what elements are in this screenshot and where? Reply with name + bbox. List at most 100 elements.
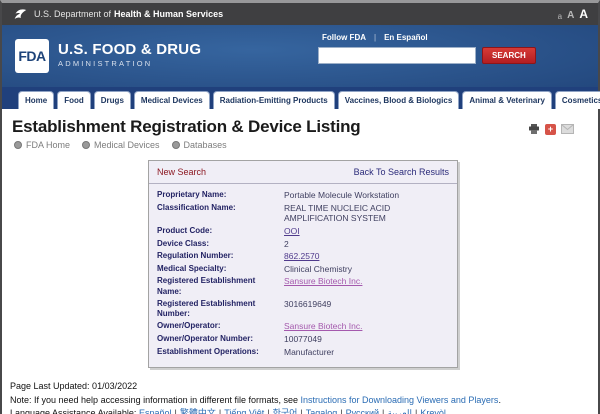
font-size-medium-button[interactable]: A <box>567 10 574 21</box>
email-icon[interactable] <box>561 124 574 134</box>
row-label: Registered Establishment Number: <box>157 299 284 319</box>
registered-establishment-name-link[interactable]: Sansure Biotech Inc. <box>284 276 362 286</box>
row-value: Manufacturer <box>284 347 334 358</box>
table-row: Owner/Operator: Sansure Biotech Inc. <box>157 321 449 332</box>
row-label: Proprietary Name: <box>157 190 284 201</box>
breadcrumb-label: FDA Home <box>26 140 70 150</box>
fda-org-name: U.S. FOOD & DRUG ADMINISTRATION <box>58 41 201 68</box>
language-link[interactable]: العربية <box>387 408 412 414</box>
fda-page: U.S. Department of Health & Human Servic… <box>0 0 600 414</box>
primary-nav-bar: HomeFoodDrugsMedical DevicesRadiation-Em… <box>2 87 598 109</box>
nav-tab[interactable]: Drugs <box>94 91 131 109</box>
table-row: Medical Specialty: Clinical Chemistry <box>157 264 449 275</box>
owner-operator-link[interactable]: Sansure Biotech Inc. <box>284 321 362 331</box>
nav-tab[interactable]: Radiation-Emitting Products <box>213 91 335 109</box>
note-prefix: Note: If you need help accessing informa… <box>10 395 301 405</box>
separator: | <box>267 408 269 414</box>
regulation-number-link[interactable]: 862.2570 <box>284 251 319 261</box>
breadcrumb-item-databases[interactable]: Databases <box>172 140 227 150</box>
search-input[interactable] <box>318 47 476 64</box>
table-row: Regulation Number: 862.2570 <box>157 251 449 262</box>
share-icon[interactable]: + <box>545 124 556 135</box>
header-top-links: Follow FDA | En Español <box>322 33 538 42</box>
separator: | <box>340 408 342 414</box>
main-content: Establishment Registration & Device List… <box>2 109 598 414</box>
language-link[interactable]: Русский <box>346 408 379 414</box>
table-row: Product Code: OOI <box>157 226 449 237</box>
breadcrumb-bullet-icon <box>14 141 22 149</box>
breadcrumb-label: Medical Devices <box>94 140 160 150</box>
row-label: Owner/Operator: <box>157 321 284 332</box>
language-link[interactable]: 한국어 <box>273 408 298 414</box>
table-row: Device Class: 2 <box>157 239 449 250</box>
separator: | <box>382 408 384 414</box>
header-right-cluster: Follow FDA | En Español SEARCH <box>318 33 538 64</box>
viewers-players-link[interactable]: Instructions for Downloading Viewers and… <box>301 395 499 405</box>
en-espanol-link[interactable]: En Español <box>384 33 428 42</box>
panel-body: Proprietary Name: Portable Molecule Work… <box>149 184 457 367</box>
panel-header: New Search Back To Search Results <box>149 161 457 184</box>
org-name-line2: ADMINISTRATION <box>58 59 201 68</box>
last-updated-text: Page Last Updated: 01/03/2022 <box>10 380 590 394</box>
row-value: Clinical Chemistry <box>284 264 352 275</box>
breadcrumb-bullet-icon <box>172 141 180 149</box>
nav-tab[interactable]: Food <box>57 91 91 109</box>
file-formats-note: Note: If you need help accessing informa… <box>10 394 590 408</box>
page-title: Establishment Registration & Device List… <box>12 117 598 137</box>
product-code-link[interactable]: OOI <box>284 226 300 236</box>
table-row: Registered Establishment Number: 3016619… <box>157 299 449 319</box>
separator: | <box>219 408 221 414</box>
fda-logo[interactable]: FDA <box>15 39 49 73</box>
separator: | <box>174 408 176 414</box>
row-label: Device Class: <box>157 239 284 250</box>
breadcrumb-label: Databases <box>184 140 227 150</box>
fda-header: FDA U.S. FOOD & DRUG ADMINISTRATION Foll… <box>2 25 598 87</box>
new-search-link[interactable]: New Search <box>157 167 206 177</box>
separator: | <box>300 408 302 414</box>
device-detail-panel: New Search Back To Search Results Propri… <box>148 160 458 368</box>
row-label: Classification Name: <box>157 203 284 224</box>
language-link[interactable]: Tiếng Việt <box>224 408 264 414</box>
language-assistance-line: Language Assistance Available: Español|繁… <box>10 407 590 414</box>
row-label: Product Code: <box>157 226 284 237</box>
breadcrumb-bullet-icon <box>82 141 90 149</box>
breadcrumb-item-fda-home[interactable]: FDA Home <box>14 140 70 150</box>
font-size-large-button[interactable]: A <box>579 7 588 21</box>
row-value: Portable Molecule Workstation <box>284 190 399 201</box>
row-label: Medical Specialty: <box>157 264 284 275</box>
row-label: Registered Establishment Name: <box>157 276 284 296</box>
language-link[interactable]: Español <box>139 408 172 414</box>
row-label: Owner/Operator Number: <box>157 334 284 345</box>
search-button[interactable]: SEARCH <box>482 47 536 64</box>
back-to-search-results-link[interactable]: Back To Search Results <box>354 167 449 177</box>
table-row: Classification Name: REAL TIME NUCLEIC A… <box>157 203 449 224</box>
follow-fda-link[interactable]: Follow FDA <box>322 33 366 42</box>
nav-tab[interactable]: Home <box>18 91 54 109</box>
breadcrumb: FDA Home Medical Devices Databases <box>14 140 598 150</box>
org-name-line1: U.S. FOOD & DRUG <box>58 41 201 58</box>
language-link[interactable]: 繁體中文 <box>180 408 216 414</box>
nav-tab[interactable]: Vaccines, Blood & Biologics <box>338 91 460 109</box>
note-suffix: . <box>498 395 501 405</box>
row-value: 3016619649 <box>284 299 331 319</box>
language-assistance-label: Language Assistance Available: <box>10 408 136 414</box>
nav-tab[interactable]: Animal & Veterinary <box>462 91 552 109</box>
nav-tab[interactable]: Cosmetics <box>555 91 600 109</box>
hhs-eagle-logo-icon <box>12 8 28 21</box>
table-row: Owner/Operator Number: 10077049 <box>157 334 449 345</box>
page-footer-info: Page Last Updated: 01/03/2022 Note: If y… <box>10 380 598 414</box>
row-label: Establishment Operations: <box>157 347 284 358</box>
nav-tab[interactable]: Medical Devices <box>134 91 210 109</box>
table-row: Establishment Operations: Manufacturer <box>157 347 449 358</box>
print-icon[interactable] <box>528 123 540 135</box>
font-size-small-button[interactable]: a <box>558 12 562 21</box>
language-link[interactable]: Tagalog <box>306 408 338 414</box>
row-value: 2 <box>284 239 289 250</box>
table-row: Proprietary Name: Portable Molecule Work… <box>157 190 449 201</box>
hhs-department-name: Health & Human Services <box>114 9 223 19</box>
header-search: SEARCH <box>318 47 538 64</box>
header-link-separator: | <box>374 33 376 42</box>
font-size-controls: a A A <box>558 7 588 21</box>
row-value: 10077049 <box>284 334 322 345</box>
breadcrumb-item-medical-devices[interactable]: Medical Devices <box>82 140 160 150</box>
